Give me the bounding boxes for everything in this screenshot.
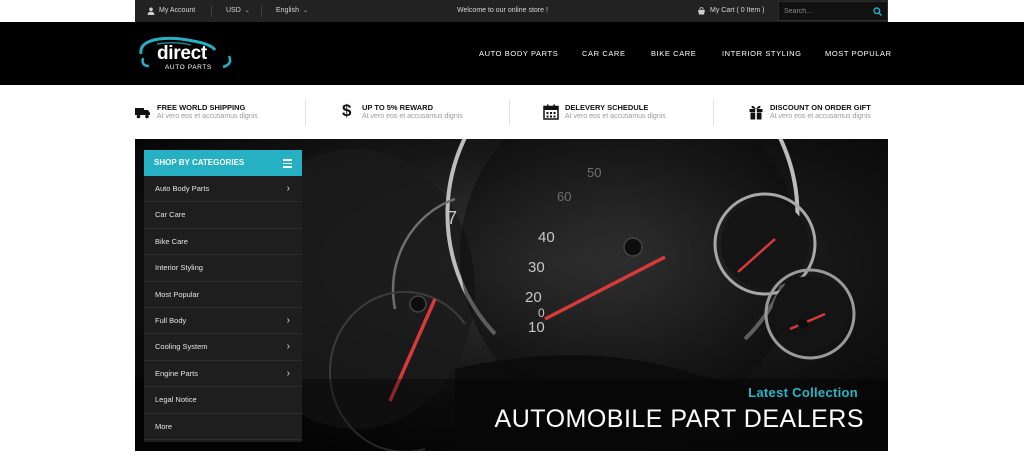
feature-subtitle: At vero eos et accusamus dignis (157, 113, 258, 120)
feature-title: DISCOUNT ON ORDER GIFT (770, 103, 871, 112)
chevron-right-icon: › (286, 183, 290, 194)
category-item[interactable]: Auto Body Parts › (144, 176, 302, 203)
topbar-inner: My Account USD ⌄ English ⌄ Welcome to ou… (135, 0, 888, 22)
gauge-number: 7 (447, 208, 457, 228)
feature-subtitle: At vero eos et accusamus dignis (770, 113, 871, 120)
user-icon (147, 7, 155, 15)
gauge-number: 20 (525, 289, 542, 306)
feature-schedule: DELEVERY SCHEDULE At vero eos et accusam… (543, 98, 723, 128)
category-label: More (155, 421, 173, 431)
chevron-right-icon: › (286, 314, 290, 326)
search-icon (872, 6, 882, 16)
category-label: Bike Care (155, 236, 188, 246)
hero-subtitle: Latest Collection (748, 385, 858, 400)
calendar-icon (543, 104, 559, 120)
category-item[interactable]: Legal Notice (144, 387, 302, 414)
nav-auto-body-parts[interactable]: AUTO BODY PARTS (479, 22, 558, 85)
category-item[interactable]: Interior Styling (144, 255, 302, 282)
my-account-link[interactable]: My Account (147, 0, 195, 22)
gauge-number: 30 (528, 259, 545, 276)
feature-title: DELEVERY SCHEDULE (565, 103, 649, 112)
gauge-number: 10 (528, 319, 545, 336)
feature-gift: DISCOUNT ON ORDER GIFT At vero eos et ac… (748, 98, 893, 128)
logo[interactable]: direct AUTO PARTS (135, 32, 235, 76)
chevron-right-icon: › (286, 367, 290, 379)
divider (305, 100, 306, 126)
gauge-number: 50 (587, 165, 601, 180)
features-bar: FREE WORLD SHIPPING At vero eos et accus… (135, 98, 888, 128)
category-item[interactable]: Engine Parts › (144, 361, 302, 388)
welcome-text: Welcome to our online store ! (457, 7, 548, 14)
nav-bike-care[interactable]: BIKE CARE (651, 22, 696, 85)
feature-reward: $ UP TO 5% REWARD At vero eos et accusam… (340, 98, 520, 128)
hero-title: AUTOMOBILE PART DEALERS (494, 405, 864, 433)
divider (509, 100, 510, 126)
divider (713, 100, 714, 126)
divider (261, 5, 262, 17)
nav-most-popular[interactable]: MOST POPULAR (825, 22, 892, 85)
gauge-number: 60 (557, 189, 571, 204)
logo-text: direct (157, 43, 207, 64)
menu-icon (283, 159, 292, 168)
topbar: My Account USD ⌄ English ⌄ Welcome to ou… (0, 0, 1024, 22)
feature-title: FREE WORLD SHIPPING (157, 103, 246, 112)
divider (211, 5, 212, 17)
category-item[interactable]: Most Popular (144, 282, 302, 308)
chevron-down-icon: ⌄ (302, 8, 308, 14)
category-item[interactable]: More (144, 414, 302, 440)
category-sidebar: SHOP BY CATEGORIES Auto Body Parts › Car C… (144, 150, 302, 442)
language-label: English (276, 7, 299, 14)
shop-by-categories-header[interactable]: SHOP BY CATEGORIES (144, 150, 302, 176)
category-item[interactable]: Bike Care (144, 229, 302, 256)
search-button[interactable] (869, 3, 885, 19)
feature-subtitle: At vero eos et accusamus dignis (362, 113, 463, 120)
feature-subtitle: At vero eos et accusamus dignis (565, 113, 666, 120)
cart-icon (698, 7, 705, 15)
categories-title: SHOP BY CATEGORIES (154, 158, 245, 167)
category-label: Full Body (155, 315, 187, 325)
logo-subtext: AUTO PARTS (165, 64, 212, 71)
category-item[interactable]: Full Body › (144, 308, 302, 335)
category-label: Most Popular (155, 289, 200, 299)
category-list: Auto Body Parts › Car Care Bike Care Interio… (144, 176, 302, 440)
category-label: Interior Styling (155, 263, 203, 273)
gauge-number: 0 (538, 306, 545, 320)
category-label: Auto Body Parts (155, 184, 210, 193)
category-item[interactable]: Cooling System › (144, 334, 302, 361)
feature-title: UP TO 5% REWARD (362, 103, 433, 112)
cart-label: My Cart ( 0 Item ) (710, 7, 765, 14)
category-label: Legal Notice (155, 395, 197, 405)
search-input[interactable] (779, 2, 867, 20)
category-label: Engine Parts (155, 368, 198, 378)
truck-icon (135, 108, 150, 119)
feature-shipping: FREE WORLD SHIPPING At vero eos et accus… (135, 98, 315, 128)
gift-icon (749, 105, 763, 120)
search-box (778, 1, 888, 21)
nav-car-care[interactable]: CAR CARE (582, 22, 626, 85)
header: direct AUTO PARTS AUTO BODY PARTS CAR CA… (0, 22, 1024, 85)
dollar-icon: $ (342, 101, 352, 120)
gauge-number: 40 (538, 229, 555, 246)
category-label: Cooling System (155, 342, 208, 352)
currency-label: USD (226, 7, 241, 14)
category-label: Car Care (155, 210, 186, 220)
chevron-down-icon: ⌄ (244, 8, 250, 14)
chevron-right-icon: › (286, 341, 290, 353)
my-account-label: My Account (159, 7, 196, 14)
category-item[interactable]: Car Care (144, 202, 302, 229)
currency-select[interactable]: USD ⌄ (226, 0, 250, 22)
cart-link[interactable]: My Cart ( 0 Item ) (697, 0, 764, 22)
language-select[interactable]: English ⌄ (276, 0, 308, 22)
nav-interior-styling[interactable]: INTERIOR STYLING (722, 22, 802, 85)
